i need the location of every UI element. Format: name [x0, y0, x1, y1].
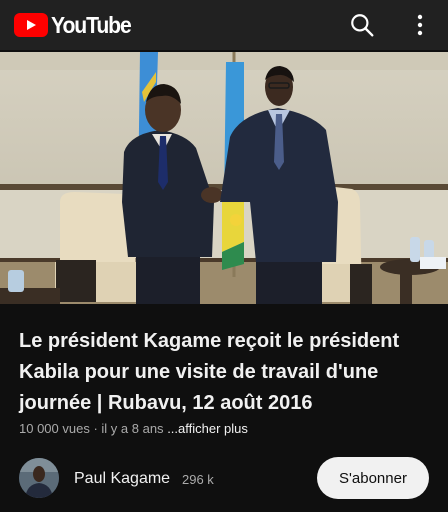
avatar-image: [19, 458, 59, 498]
subscriber-count: 296 k: [182, 472, 214, 487]
app-header: YouTube: [0, 0, 448, 50]
show-more-link[interactable]: ...afficher plus: [167, 421, 248, 436]
more-options-button[interactable]: [402, 7, 438, 43]
logo-wordmark: YouTube: [51, 11, 132, 38]
video-frame: [0, 52, 448, 304]
video-title[interactable]: Le président Kagame reçoit le président …: [19, 326, 429, 419]
channel-name[interactable]: Paul Kagame: [74, 470, 170, 488]
youtube-logo[interactable]: YouTube: [14, 12, 138, 39]
upload-age: il y a 8 ans: [101, 421, 164, 436]
video-metadata[interactable]: 10 000 vues · il y a 8 ans ...afficher p…: [19, 421, 248, 436]
meta-separator: ·: [89, 421, 102, 436]
video-player[interactable]: [0, 52, 448, 304]
subscribe-button[interactable]: S'abonner: [317, 457, 429, 499]
youtube-play-icon: [14, 13, 48, 37]
channel-avatar[interactable]: [19, 458, 59, 498]
channel-row: Paul Kagame 296 k S'abonner: [0, 452, 448, 508]
search-button[interactable]: [344, 7, 380, 43]
search-icon: [351, 14, 374, 37]
view-count: 10 000 vues: [19, 421, 90, 436]
more-vertical-icon: [417, 14, 423, 36]
